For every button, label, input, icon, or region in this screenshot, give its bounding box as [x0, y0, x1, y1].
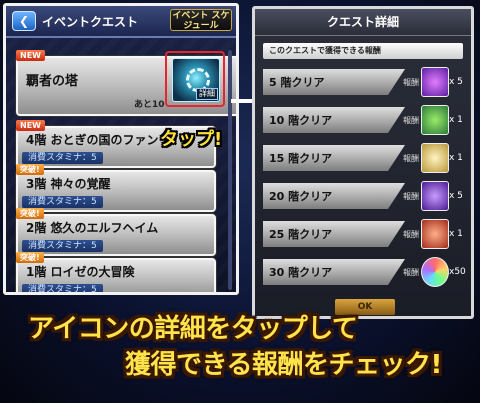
reward-detail-icon[interactable]: 詳細 [172, 58, 220, 102]
floor-clear-label: 25 階クリア [269, 228, 333, 241]
floor-clear-label: 15 階クリア [269, 152, 333, 165]
stamina-cost: 消費スタミナ：5 [22, 152, 103, 164]
reward-row: 10 階クリア 報酬 x 1 [263, 103, 465, 137]
screen-title: イベントクエスト [42, 15, 139, 29]
quest-item-floor-2[interactable]: 突破! 2階 悠久のエルフヘイム 消費スタミナ：5 [16, 208, 216, 256]
floor-clear-label: 10 階クリア [269, 114, 333, 127]
remaining-time: あと10 [134, 100, 165, 110]
stamina-cost: 消費スタミナ：5 [22, 284, 103, 292]
floor-clear-label: 5 階クリア [269, 76, 325, 89]
reward-row: 20 階クリア 報酬 x 5 [263, 179, 465, 213]
reward-row: 25 階クリア 報酬 x 1 [263, 217, 465, 251]
quest-name: 覇者の塔 [26, 74, 79, 89]
reward-row: 15 階クリア 報酬 x 1 [263, 141, 465, 175]
promo-screenshot: ❮ イベントクエスト イベント スケジュール NEW 覇者の塔 あと10 NEW… [0, 0, 480, 403]
back-arrow-icon[interactable]: ❮ [12, 11, 36, 31]
caption-line-2: 獲得できる報酬をチェック! [125, 350, 442, 380]
floor-clear-label: 20 階クリア [269, 190, 333, 203]
reward-label: 報酬 [403, 230, 419, 239]
reward-label: 報酬 [403, 192, 419, 201]
reward-monster-icon [421, 181, 449, 211]
scrollbar[interactable] [228, 50, 232, 290]
reward-item-icon [421, 143, 449, 173]
reward-label: 報酬 [403, 78, 419, 87]
reward-label: 報酬 [403, 154, 419, 163]
quest-name: 1階 ロイゼの大冒険 [26, 265, 135, 279]
detail-label: 詳細 [196, 88, 218, 100]
quest-item-floor-3[interactable]: 突破! 3階 神々の覚醒 消費スタミナ：5 [16, 164, 216, 212]
quest-name: 2階 悠久のエルフヘイム [26, 221, 159, 235]
reward-icon-highlight[interactable]: 詳細 [165, 51, 225, 107]
header-bar: ❮ イベントクエスト イベント スケジュール [6, 6, 236, 38]
quest-item-floor-1[interactable]: 突破! 1階 ロイゼの大冒険 消費スタミナ：5 [16, 252, 216, 292]
reward-count: x 5 [449, 191, 463, 201]
reward-label: 報酬 [403, 268, 419, 277]
dialog-subtitle: このクエストで獲得できる報酬 [263, 43, 463, 59]
event-schedule-button[interactable]: イベント スケジュール [170, 9, 232, 31]
cleared-badge: 突破! [16, 252, 44, 263]
reward-label: 報酬 [403, 116, 419, 125]
tap-label: タップ! [160, 129, 223, 150]
reward-count: x 1 [449, 115, 463, 125]
cleared-badge: 突破! [16, 164, 44, 175]
reward-count: x 5 [449, 77, 463, 87]
quest-name: 4階 おとぎの国のファン [26, 133, 159, 147]
reward-row: 30 階クリア 報酬 x50 [263, 255, 466, 289]
new-badge: NEW [16, 120, 45, 131]
caption-line-1: アイコンの詳細をタップして [28, 314, 358, 344]
stamina-cost: 消費スタミナ：5 [22, 196, 103, 208]
quest-name: 3階 神々の覚醒 [26, 177, 111, 191]
dialog-title: クエスト詳細 [255, 9, 471, 36]
reward-monster-icon [421, 219, 449, 249]
quest-detail-dialog: クエスト詳細 このクエストで獲得できる報酬 5 階クリア 報酬 x 5 10 階… [252, 6, 474, 319]
reward-count: x50 [449, 267, 466, 277]
reward-monster-icon [421, 105, 449, 135]
floor-clear-label: 30 階クリア [269, 266, 333, 279]
new-badge: NEW [16, 50, 45, 61]
reward-monster-icon [421, 67, 449, 97]
reward-count: x 1 [449, 153, 463, 163]
reward-row: 5 階クリア 報酬 x 5 [263, 65, 465, 99]
stamina-cost: 消費スタミナ：5 [22, 240, 103, 252]
cleared-badge: 突破! [16, 208, 44, 219]
reward-count: x 1 [449, 229, 463, 239]
orb-icon [421, 257, 449, 287]
